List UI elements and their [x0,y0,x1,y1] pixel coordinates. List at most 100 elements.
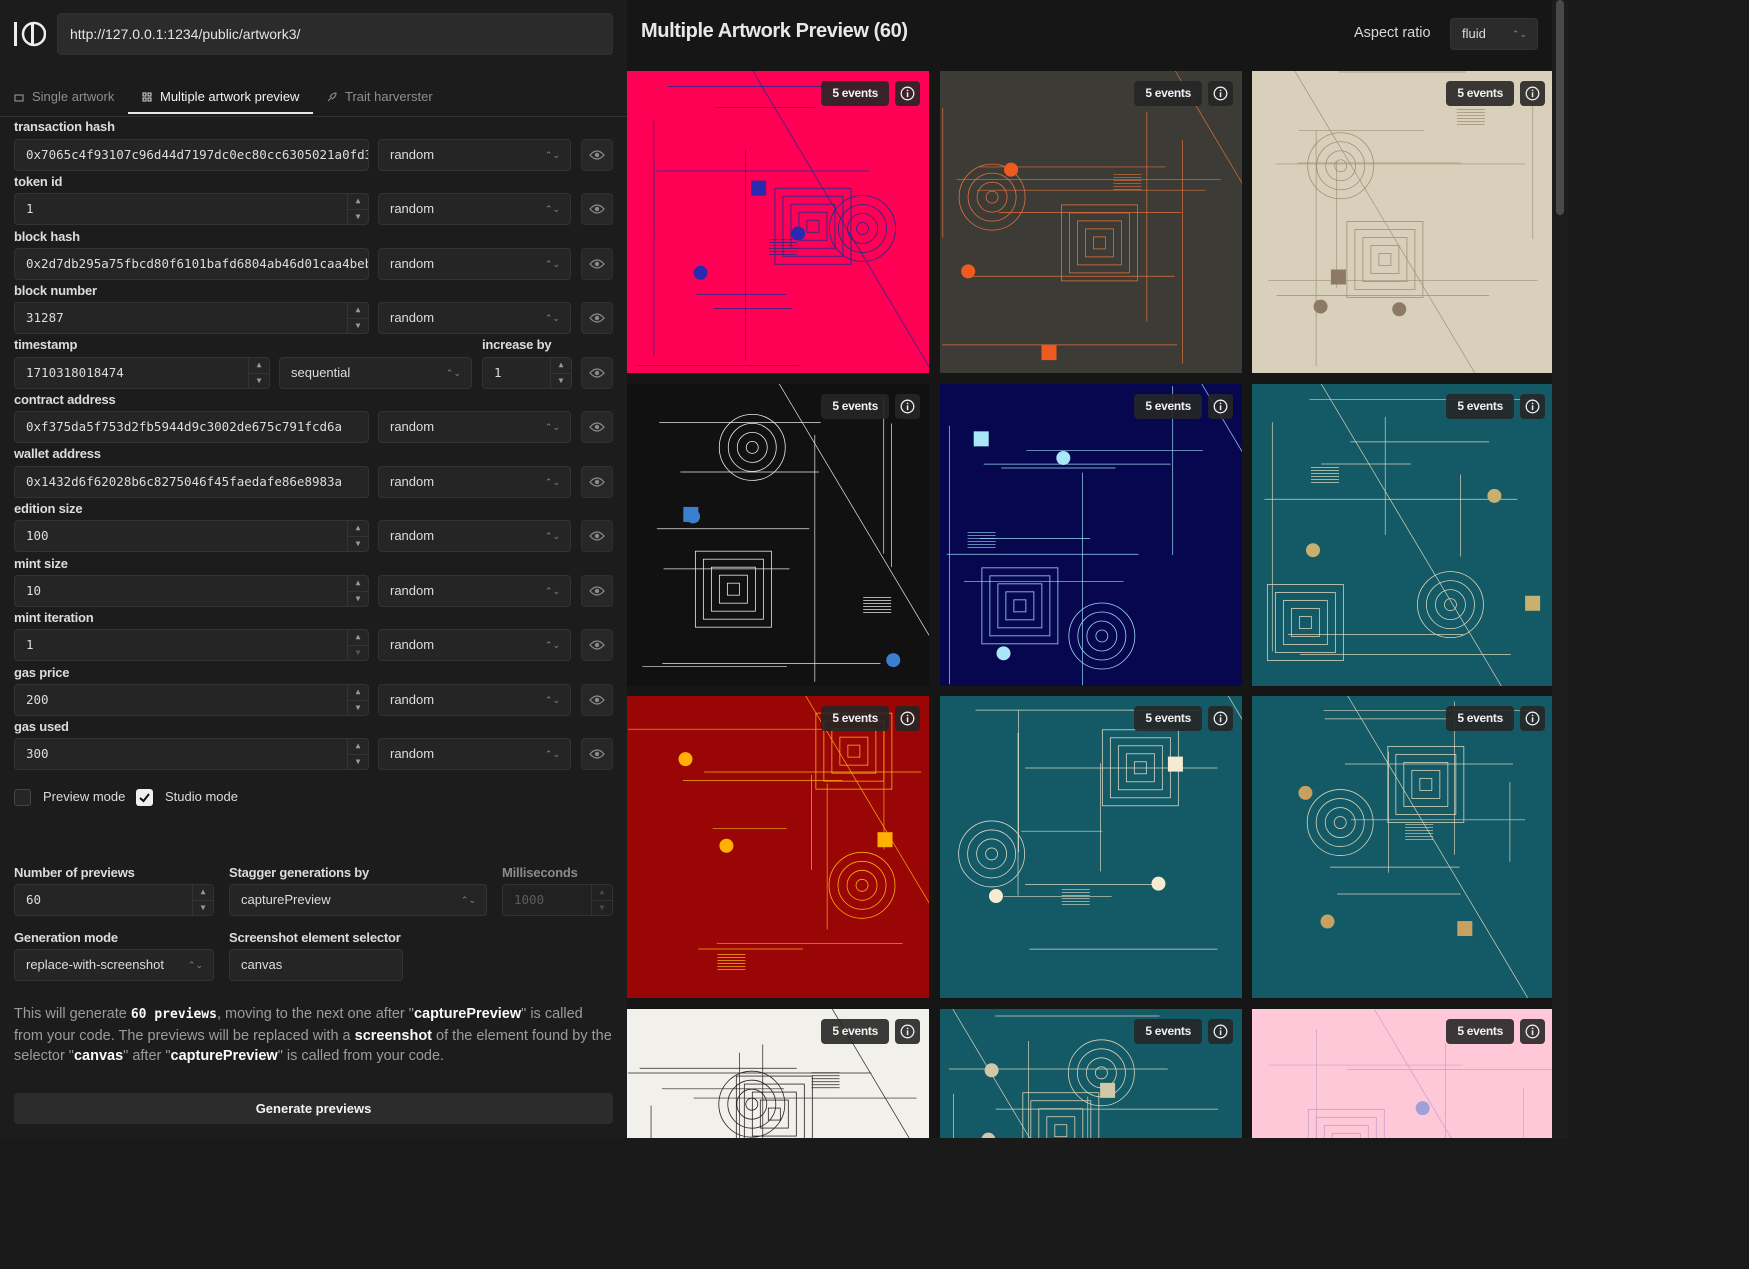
stepper-icon[interactable]: ▲ ▼ [347,303,368,333]
tab-single-artwork[interactable]: Single artwork [14,83,124,115]
events-badge[interactable]: 5 events [1446,1019,1514,1044]
url-input[interactable]: http://127.0.0.1:1234/public/artwork3/ [57,13,613,55]
stepper-icon[interactable]: ▲ ▼ [347,194,368,224]
info-icon[interactable] [1208,1019,1233,1044]
events-badge[interactable]: 5 events [1446,81,1514,106]
artwork-tile[interactable]: 5 events [940,696,1242,998]
stepper-icon[interactable]: ▲ ▼ [347,739,368,769]
eye-icon[interactable] [581,139,613,171]
edition-size-mode-select[interactable]: random ⌃⌄ [378,520,571,552]
gas-used-mode-select[interactable]: random ⌃⌄ [378,738,571,770]
artwork-tile[interactable]: 5 events [627,384,929,686]
eye-icon[interactable] [581,684,613,716]
info-icon[interactable] [895,1019,920,1044]
stepper-icon[interactable]: ▲ ▼ [591,885,612,915]
number-of-previews-input[interactable]: 60 ▲ ▼ [14,884,214,916]
artwork-tile[interactable]: 5 events [627,696,929,998]
artwork-tile[interactable]: 5 events [940,1009,1242,1138]
events-badge[interactable]: 5 events [821,81,889,106]
preview-mode-checkbox[interactable] [14,789,31,806]
events-badge[interactable]: 5 events [821,394,889,419]
studio-mode-checkbox[interactable] [136,789,153,806]
generation-mode-select[interactable]: replace-with-screenshot ⌃⌄ [14,949,214,981]
wallet-address-mode-select[interactable]: random ⌃⌄ [378,466,571,498]
events-badge[interactable]: 5 events [1134,394,1202,419]
block-number-input[interactable]: 31287 ▲ ▼ [14,302,369,334]
milliseconds-input[interactable]: 1000 ▲ ▼ [502,884,613,916]
info-icon[interactable] [895,81,920,106]
block-number-mode-select[interactable]: random ⌃⌄ [378,302,571,334]
transaction-hash-input[interactable]: 0x7065c4f93107c96d44d7197dc0ec80cc630502… [14,139,369,171]
gas-price-mode-select[interactable]: random ⌃⌄ [378,684,571,716]
timestamp-mode-select[interactable]: sequential ⌃⌄ [279,357,472,389]
info-icon[interactable] [1208,81,1233,106]
stepper-icon[interactable]: ▲ ▼ [347,685,368,715]
gas-price-input[interactable]: 200 ▲ ▼ [14,684,369,716]
artwork-tile[interactable]: 5 events [1252,384,1554,686]
edition-size-input[interactable]: 100 ▲ ▼ [14,520,369,552]
stepper-icon[interactable]: ▲ ▼ [550,358,571,388]
info-icon[interactable] [1208,394,1233,419]
info-icon[interactable] [1520,394,1545,419]
artwork-tile[interactable]: 5 events [627,71,929,373]
info-icon[interactable] [1520,1019,1545,1044]
info-icon[interactable] [1520,706,1545,731]
mint-size-input[interactable]: 10 ▲ ▼ [14,575,369,607]
increase-by-input[interactable]: 1 ▲ ▼ [482,357,572,389]
aspect-ratio-select[interactable]: fluid ⌃⌄ [1450,18,1538,50]
contract-address-mode-select[interactable]: random ⌃⌄ [378,411,571,443]
info-icon[interactable] [1208,706,1233,731]
info-icon[interactable] [895,706,920,731]
eye-icon[interactable] [581,575,613,607]
eye-icon[interactable] [581,302,613,334]
generate-previews-button[interactable]: Generate previews [14,1093,613,1124]
contract-address-input[interactable]: 0xf375da5f753d2fb5944d9c3002de675c791fcd… [14,411,369,443]
mint-iteration-mode-select[interactable]: random ⌃⌄ [378,629,571,661]
mint-size-mode-select[interactable]: random ⌃⌄ [378,575,571,607]
screenshot-selector-input[interactable]: canvas [229,949,403,981]
transaction-hash-mode-select[interactable]: random ⌃⌄ [378,139,571,171]
events-badge[interactable]: 5 events [1134,1019,1202,1044]
mint-iteration-input[interactable]: 1 ▲ ▼ [14,629,369,661]
eye-icon[interactable] [581,738,613,770]
stepper-icon[interactable]: ▲ ▼ [347,521,368,551]
generation-mode-label: Generation mode [14,930,118,945]
stepper-icon[interactable]: ▲ ▼ [248,358,269,388]
artwork-tile[interactable]: 5 events [1252,1009,1554,1138]
scrollbar-thumb[interactable] [1556,0,1564,215]
artwork-tile[interactable]: 5 events [940,71,1242,373]
wallet-address-input[interactable]: 0x1432d6f62028b6c8275046f45faedafe86e898… [14,466,369,498]
info-icon[interactable] [1520,81,1545,106]
block-hash-input[interactable]: 0x2d7db295a75fbcd80f6101bafd6804ab46d01c… [14,248,369,280]
artwork-tile[interactable]: 5 events [1252,71,1554,373]
events-badge[interactable]: 5 events [1446,394,1514,419]
chevron-updown-icon: ⌃⌄ [460,895,476,905]
eye-icon[interactable] [581,466,613,498]
tab-multiple-artwork-preview[interactable]: Multiple artwork preview [128,83,313,114]
artwork-tile[interactable]: 5 events [1252,696,1554,998]
stepper-icon[interactable]: ▲ ▼ [192,885,213,915]
events-badge[interactable]: 5 events [1446,706,1514,731]
artwork-tile[interactable]: 5 events [940,384,1242,686]
block-hash-mode-select[interactable]: random ⌃⌄ [378,248,571,280]
stepper-icon[interactable]: ▲ ▼ [347,630,368,660]
events-badge[interactable]: 5 events [1134,81,1202,106]
eye-icon[interactable] [581,629,613,661]
stagger-select[interactable]: capturePreview ⌃⌄ [229,884,487,916]
timestamp-input[interactable]: 1710318018474 ▲ ▼ [14,357,270,389]
eye-icon[interactable] [581,357,613,389]
eye-icon[interactable] [581,520,613,552]
eye-icon[interactable] [581,411,613,443]
stepper-icon[interactable]: ▲ ▼ [347,576,368,606]
tab-trait-harvester[interactable]: Trait harverster [327,83,447,115]
events-badge[interactable]: 5 events [821,1019,889,1044]
info-icon[interactable] [895,394,920,419]
events-badge[interactable]: 5 events [821,706,889,731]
events-badge[interactable]: 5 events [1134,706,1202,731]
artwork-tile[interactable]: 5 events [627,1009,929,1138]
eye-icon[interactable] [581,248,613,280]
token-id-mode-select[interactable]: random ⌃⌄ [378,193,571,225]
gas-used-input[interactable]: 300 ▲ ▼ [14,738,369,770]
eye-icon[interactable] [581,193,613,225]
token-id-input[interactable]: 1 ▲ ▼ [14,193,369,225]
